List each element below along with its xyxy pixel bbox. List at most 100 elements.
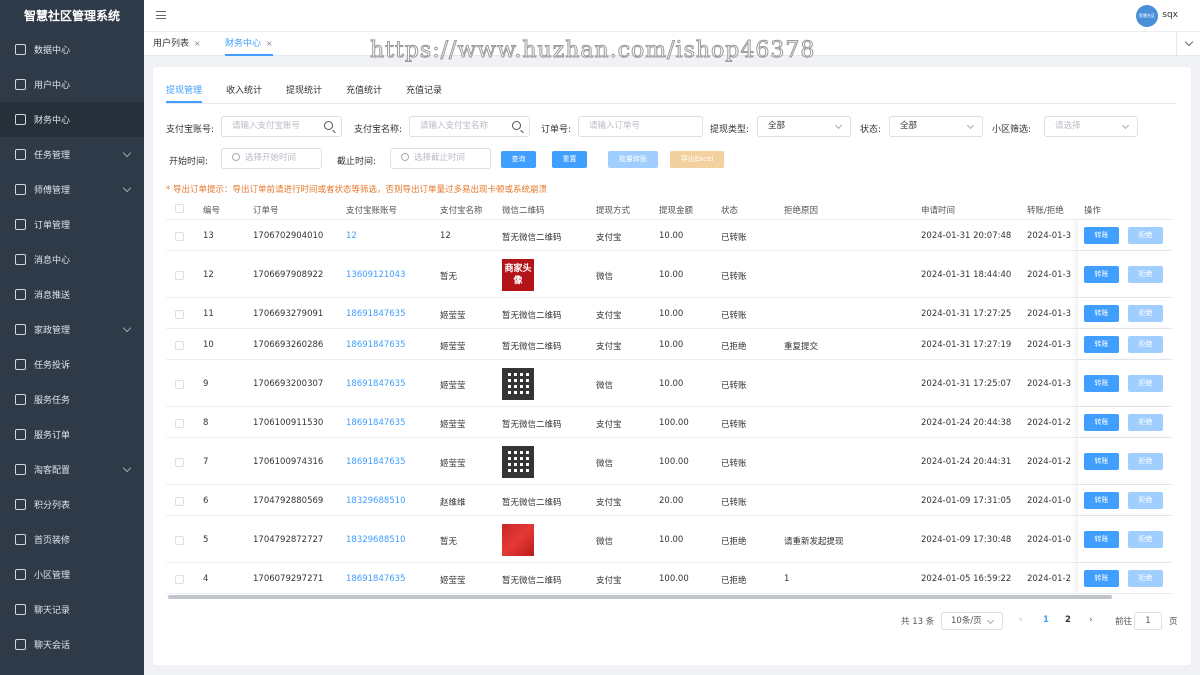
username[interactable]: sqx	[1162, 10, 1178, 20]
row-checkbox[interactable]	[175, 575, 184, 584]
close-icon[interactable]: ×	[266, 39, 273, 48]
sidebar-item[interactable]: 服务订单	[0, 417, 144, 452]
row-checkbox[interactable]	[175, 341, 184, 350]
sidebar-item[interactable]: 消息推送	[0, 277, 144, 312]
cell-method: 微信	[596, 537, 614, 547]
page-2[interactable]: 2	[1065, 615, 1071, 625]
table-row: 8 1706100911530 18691847635 姬莹莹 暂无微信二维码 支付宝 10…	[166, 407, 1173, 438]
sidebar-item[interactable]: 淘客配置	[0, 452, 144, 487]
sidebar-item[interactable]: 小区管理	[0, 557, 144, 592]
cell-alipay-account[interactable]: 13609121043	[346, 270, 406, 280]
start-time-picker[interactable]: 选择开始时间	[221, 148, 322, 169]
search-icon[interactable]	[512, 121, 521, 130]
query-button[interactable]: 查询	[501, 151, 536, 168]
reject-button[interactable]: 拒绝	[1128, 570, 1163, 587]
community-select[interactable]: 请选择	[1044, 116, 1138, 137]
tab-finance-center[interactable]: 财务中心 ×	[225, 32, 273, 56]
order-no-input[interactable]: 请输入订单号	[578, 116, 703, 137]
subtab-recharge-records[interactable]: 充值记录	[406, 83, 442, 103]
page-1[interactable]: 1	[1043, 615, 1049, 625]
menu-toggle-icon[interactable]	[156, 11, 166, 19]
reject-button[interactable]: 拒绝	[1128, 336, 1163, 353]
subtab-recharge-stats[interactable]: 充值统计	[346, 83, 382, 103]
transfer-button[interactable]: 转账	[1084, 227, 1119, 244]
sidebar-item[interactable]: 任务投诉	[0, 347, 144, 382]
sidebar-item[interactable]: 服务任务	[0, 382, 144, 417]
page-size-select[interactable]: 10条/页	[941, 612, 1003, 630]
subtab-withdraw-stats[interactable]: 提现统计	[286, 83, 322, 103]
transfer-button[interactable]: 转账	[1084, 414, 1119, 431]
prev-page-button[interactable]: ‹	[1019, 615, 1022, 625]
cell-alipay-account[interactable]: 18691847635	[346, 340, 406, 350]
select-all-checkbox[interactable]	[175, 204, 184, 213]
row-checkbox[interactable]	[175, 497, 184, 506]
subtab-income-stats[interactable]: 收入统计	[226, 83, 262, 103]
alipay-account-input[interactable]: 请输入支付宝账号	[221, 116, 342, 137]
sidebar-item[interactable]: 数据中心	[0, 32, 144, 67]
cell-apply-time: 2024-01-09 17:31:05	[921, 496, 1012, 506]
transfer-button[interactable]: 转账	[1084, 570, 1119, 587]
reject-button[interactable]: 拒绝	[1128, 531, 1163, 548]
alipay-name-input[interactable]: 请输入支付宝名称	[409, 116, 530, 137]
goto-page-input[interactable]: 1	[1134, 612, 1162, 630]
wechat-qr-image[interactable]	[502, 524, 534, 556]
transfer-button[interactable]: 转账	[1084, 305, 1119, 322]
horizontal-scrollbar[interactable]	[168, 595, 1112, 599]
reject-button[interactable]: 拒绝	[1128, 227, 1163, 244]
row-checkbox[interactable]	[175, 310, 184, 319]
transfer-button[interactable]: 转账	[1084, 266, 1119, 283]
row-checkbox[interactable]	[175, 232, 184, 241]
sidebar-item[interactable]: 师傅管理	[0, 172, 144, 207]
sidebar-item[interactable]: 任务管理	[0, 137, 144, 172]
reject-button[interactable]: 拒绝	[1128, 453, 1163, 470]
row-checkbox[interactable]	[175, 419, 184, 428]
chevron-down-icon[interactable]	[1176, 32, 1200, 56]
tab-user-list[interactable]: 用户列表 ×	[153, 32, 201, 56]
transfer-button[interactable]: 转账	[1084, 336, 1119, 353]
transfer-button[interactable]: 转账	[1084, 531, 1119, 548]
batch-transfer-button[interactable]: 批量转账	[608, 151, 658, 168]
subtab-withdraw-manage[interactable]: 提现管理	[166, 83, 203, 103]
row-checkbox[interactable]	[175, 380, 184, 389]
cell-alipay-account[interactable]: 18691847635	[346, 379, 406, 389]
sidebar-item[interactable]: 用户中心	[0, 67, 144, 102]
cell-alipay-account[interactable]: 18329688510	[346, 535, 406, 545]
wechat-qr-image[interactable]	[502, 368, 534, 400]
cell-alipay-account[interactable]: 18691847635	[346, 309, 406, 319]
reject-button[interactable]: 拒绝	[1128, 375, 1163, 392]
cell-alipay-account[interactable]: 18691847635	[346, 574, 406, 584]
cell-alipay-account[interactable]: 18329688510	[346, 496, 406, 506]
reject-button[interactable]: 拒绝	[1128, 414, 1163, 431]
reject-button[interactable]: 拒绝	[1128, 305, 1163, 322]
reject-button[interactable]: 拒绝	[1128, 492, 1163, 509]
row-checkbox[interactable]	[175, 271, 184, 280]
transfer-button[interactable]: 转账	[1084, 375, 1119, 392]
reset-button[interactable]: 重置	[552, 151, 587, 168]
row-checkbox[interactable]	[175, 458, 184, 467]
next-page-button[interactable]: ›	[1089, 615, 1092, 625]
sidebar-item[interactable]: 订单管理	[0, 207, 144, 242]
row-checkbox[interactable]	[175, 536, 184, 545]
transfer-button[interactable]: 转账	[1084, 492, 1119, 509]
sidebar-item[interactable]: 财务中心	[0, 102, 144, 137]
reject-button[interactable]: 拒绝	[1128, 266, 1163, 283]
merchant-avatar-image[interactable]: 商家头像	[502, 259, 534, 291]
export-excel-button[interactable]: 导出Excel	[670, 151, 724, 168]
transfer-button[interactable]: 转账	[1084, 453, 1119, 470]
sidebar-item[interactable]: 首页装修	[0, 522, 144, 557]
wechat-qr-image[interactable]	[502, 446, 534, 478]
status-select[interactable]: 全部	[889, 116, 983, 137]
sidebar-item[interactable]: 聊天会话	[0, 627, 144, 662]
cell-alipay-account[interactable]: 18691847635	[346, 418, 406, 428]
close-icon[interactable]: ×	[194, 39, 201, 48]
withdraw-type-select[interactable]: 全部	[757, 116, 851, 137]
sidebar-item[interactable]: 聊天记录	[0, 592, 144, 627]
sidebar-item[interactable]: 积分列表	[0, 487, 144, 522]
end-time-picker[interactable]: 选择截止时间	[390, 148, 491, 169]
sidebar-item[interactable]: 消息中心	[0, 242, 144, 277]
avatar[interactable]: 智慧社区	[1136, 5, 1158, 27]
cell-alipay-account[interactable]: 18691847635	[346, 457, 406, 467]
cell-alipay-account[interactable]: 12	[346, 231, 357, 241]
search-icon[interactable]	[324, 121, 333, 130]
sidebar-item[interactable]: 家政管理	[0, 312, 144, 347]
